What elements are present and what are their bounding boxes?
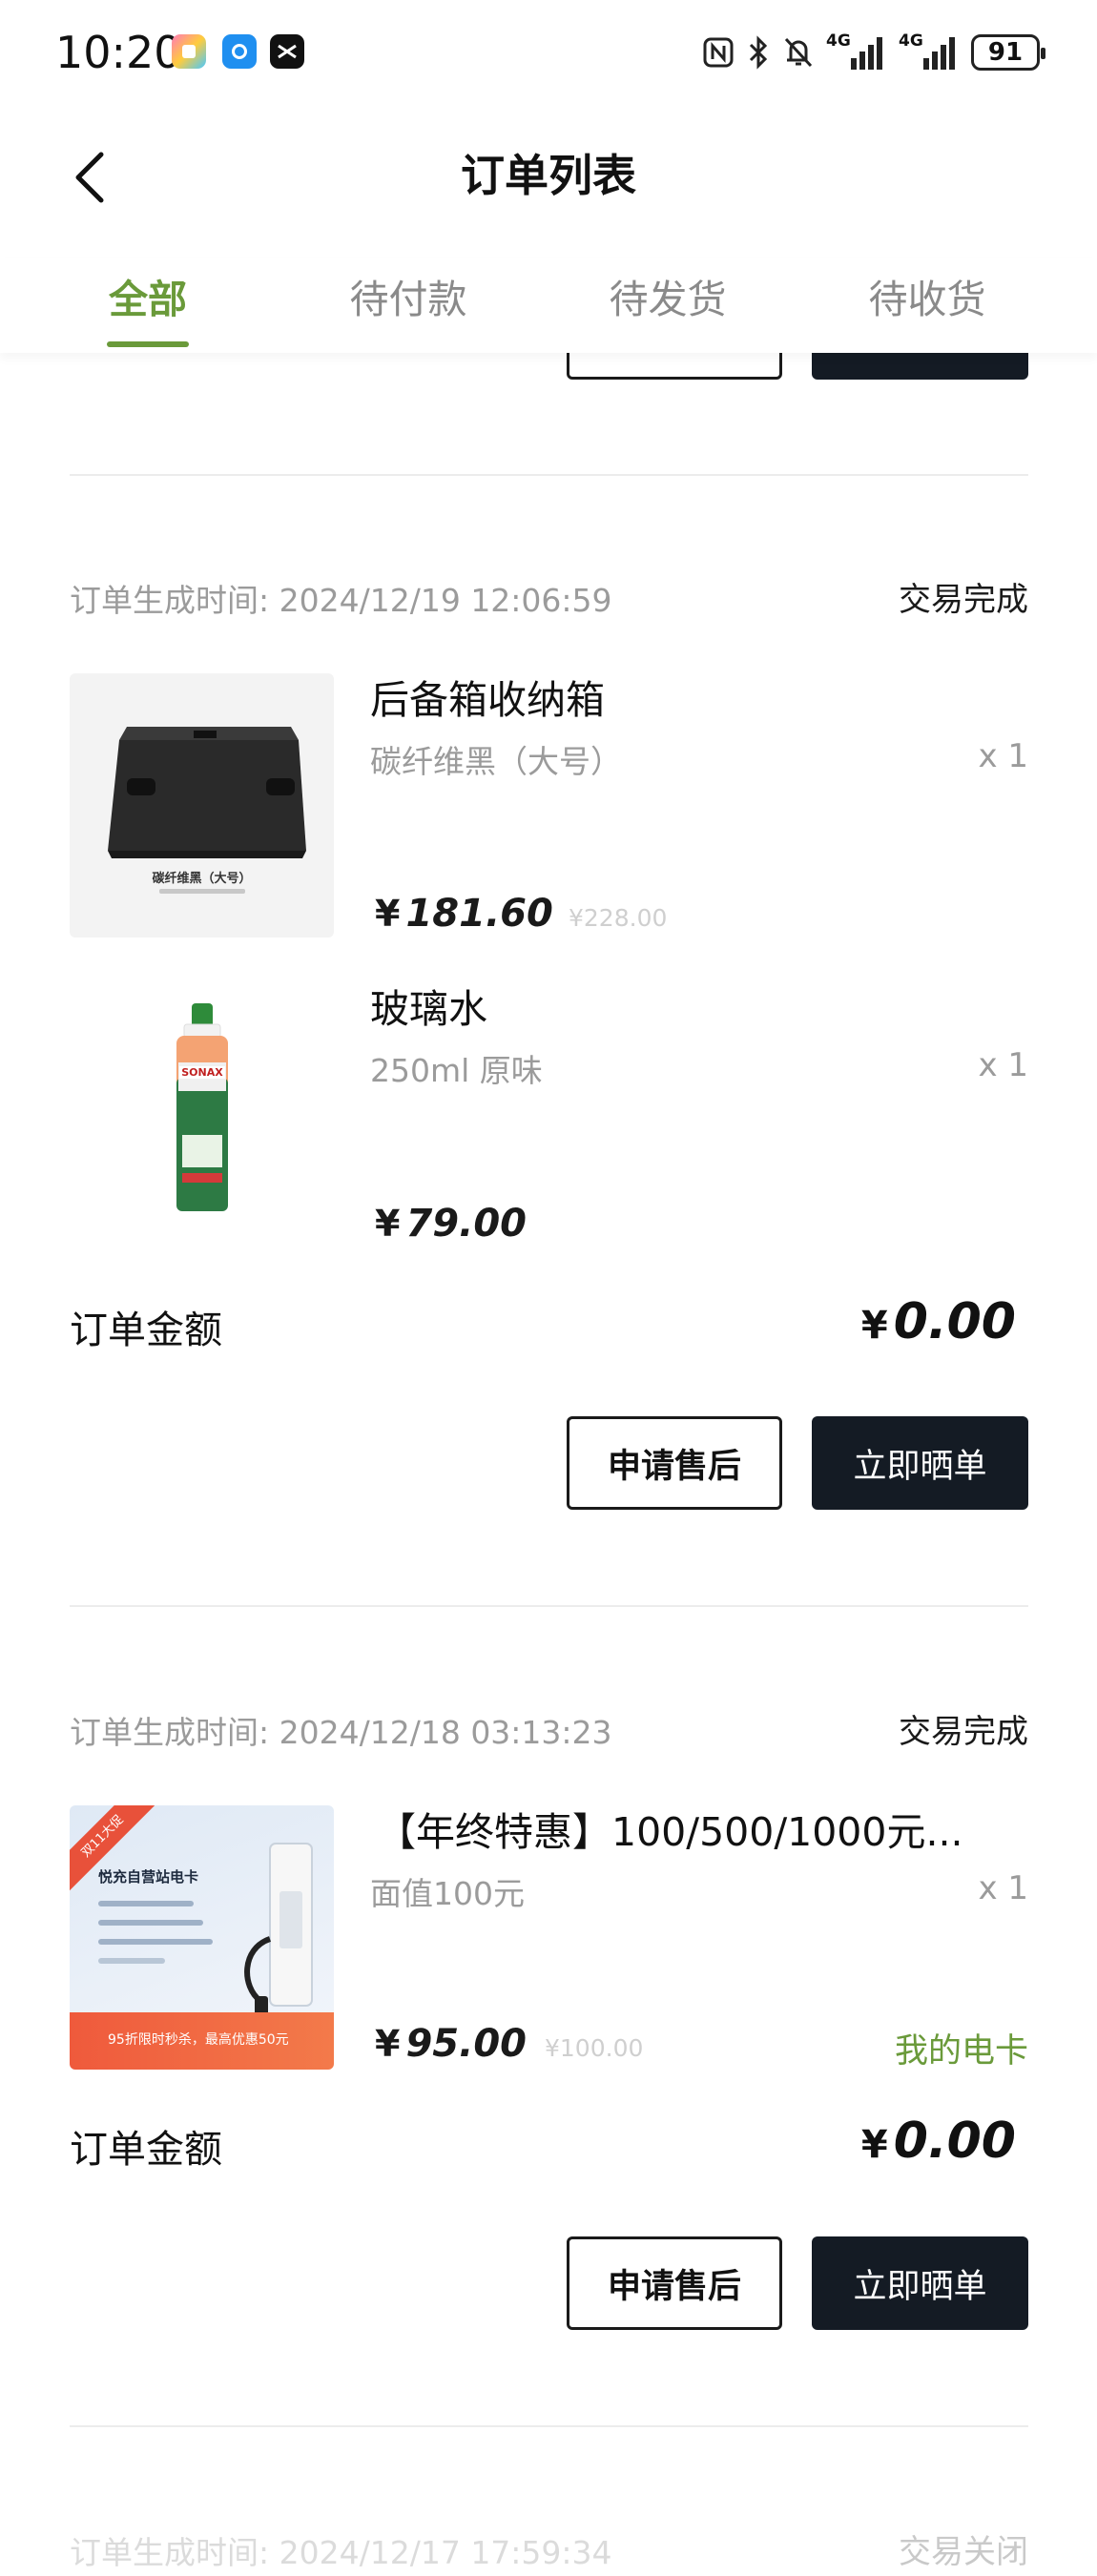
order-time-label: 订单生成时间: [70, 2534, 270, 2571]
order-divider [70, 2425, 1028, 2427]
tab-pending-receipt[interactable]: 待收货 [822, 267, 1032, 324]
product-quantity-2: x 1 [978, 1046, 1028, 1084]
after-sale-button[interactable]: 申请售后 [567, 1416, 782, 1510]
order-time-value: 2024/12/19 12:06:59 [279, 582, 612, 619]
clock: 10:20 [55, 27, 182, 78]
currency-symbol: ¥ [375, 2023, 401, 2065]
order-amount-label: 订单金额 [70, 1309, 222, 1352]
thumbnail-brand-label: SONAX [179, 1066, 225, 1079]
price-value: 95.00 [405, 2022, 527, 2066]
thumbnail-caption: 碳纤维黑（大号） [152, 872, 252, 886]
order-status: 交易完成 [899, 581, 1028, 619]
currency-symbol: ¥ [860, 1304, 888, 1348]
order-amount-value: ¥0.00 [861, 2112, 1016, 2170]
product-title[interactable]: 后备箱收纳箱 [370, 668, 605, 725]
product-spec: 碳纤维黑（大号） [370, 743, 622, 780]
order-status: 交易完成 [899, 1713, 1028, 1751]
product-title-2[interactable]: 玻璃水 [370, 977, 487, 1034]
charger-image [244, 1843, 313, 2017]
thumbnail-subcaption [159, 889, 245, 894]
amount-number: 0.00 [893, 1293, 1016, 1350]
washer-fluid-image [176, 1003, 228, 1211]
mute-icon [784, 37, 813, 68]
share-order-button[interactable]: 立即晒单 [812, 2236, 1028, 2330]
product-title-3[interactable]: 【年终特惠】100/500/1000元... [377, 1800, 963, 1857]
order-divider [70, 1605, 1028, 1607]
product-original-price: ¥228.00 [569, 904, 668, 932]
search-app-icon [222, 34, 257, 69]
capcut-app-icon [270, 34, 304, 69]
signal-icon-2: 4G [899, 31, 960, 72]
tab-active-indicator [107, 341, 189, 347]
order-status: 交易关闭 [899, 2533, 1028, 2571]
product-thumbnail-3[interactable]: 双11大促 悦充自营站电卡 95折限时秒杀，最高优惠50元 [70, 1805, 334, 2070]
product-price: ¥181.60 [375, 892, 553, 936]
order-time-label: 订单生成时间: [70, 582, 270, 619]
order-time: 订单生成时间: 2024/12/19 12:06:59 [70, 575, 612, 621]
order-amount-label: 订单金额 [70, 2128, 222, 2172]
currency-symbol: ¥ [375, 893, 401, 935]
order-time: 订单生成时间: 2024/12/18 03:13:23 [70, 1707, 612, 1753]
page-title: 订单列表 [461, 150, 636, 201]
order-time-label: 订单生成时间: [70, 1714, 270, 1751]
amount-number: 0.00 [893, 2112, 1016, 2170]
nfc-icon [703, 37, 734, 68]
product-quantity: x 1 [978, 737, 1028, 775]
price-value: 181.60 [405, 892, 553, 936]
product-spec-3: 面值100元 [370, 1875, 525, 1912]
share-order-button[interactable]: 立即晒单 [812, 1416, 1028, 1510]
bluetooth-icon [749, 35, 768, 70]
price-value: 79.00 [405, 1202, 527, 1246]
thumbnail-feature-lines [98, 1901, 213, 1964]
battery-level: 91 [987, 38, 1024, 67]
order-time: 订单生成时间: 2024/12/17 17:59:34 [70, 2527, 612, 2573]
order-divider [70, 474, 1028, 476]
nav-bar: 订单列表 [0, 105, 1097, 248]
currency-symbol: ¥ [860, 2123, 888, 2167]
currency-symbol: ¥ [375, 1203, 401, 1245]
signal-icon: 4G [826, 31, 887, 72]
app-notification-icon [172, 34, 206, 69]
product-price-2: ¥79.00 [375, 1202, 527, 1246]
battery-icon: 91 [971, 34, 1045, 71]
thumbnail-promo-text: 95折限时秒杀，最高优惠50元 [108, 2032, 289, 2048]
product-price-3: ¥95.00 [375, 2022, 527, 2066]
thumbnail-card-title: 悦充自营站电卡 [98, 1868, 199, 1886]
product-quantity-3: x 1 [978, 1869, 1028, 1907]
my-card-link[interactable]: 我的电卡 [895, 2024, 1028, 2072]
status-indicators: 4G 4G 91 [702, 31, 1045, 72]
thumbnail-promo-banner: 95折限时秒杀，最高优惠50元 [70, 2012, 334, 2070]
tab-pending-shipment[interactable]: 待发货 [563, 267, 773, 324]
product-spec-2: 250ml 原味 [370, 1052, 543, 1089]
order-time-value: 2024/12/18 03:13:23 [279, 1714, 612, 1751]
product-thumbnail[interactable]: 碳纤维黑（大号） [70, 673, 334, 938]
status-bar: 10:20 4G 4G 91 [0, 0, 1097, 105]
order-time-value: 2024/12/17 17:59:34 [279, 2534, 612, 2571]
product-thumbnail-2[interactable]: SONAX [70, 982, 334, 1247]
tab-all[interactable]: 全部 [43, 267, 253, 324]
after-sale-button[interactable]: 申请售后 [567, 2236, 782, 2330]
product-original-price: ¥100.00 [545, 2034, 644, 2062]
storage-box-image [108, 727, 306, 858]
tab-bar: 全部 待付款 待发货 待收货 [0, 258, 1097, 353]
tab-pending-payment[interactable]: 待付款 [303, 267, 513, 324]
order-amount-value: ¥0.00 [861, 1293, 1016, 1350]
